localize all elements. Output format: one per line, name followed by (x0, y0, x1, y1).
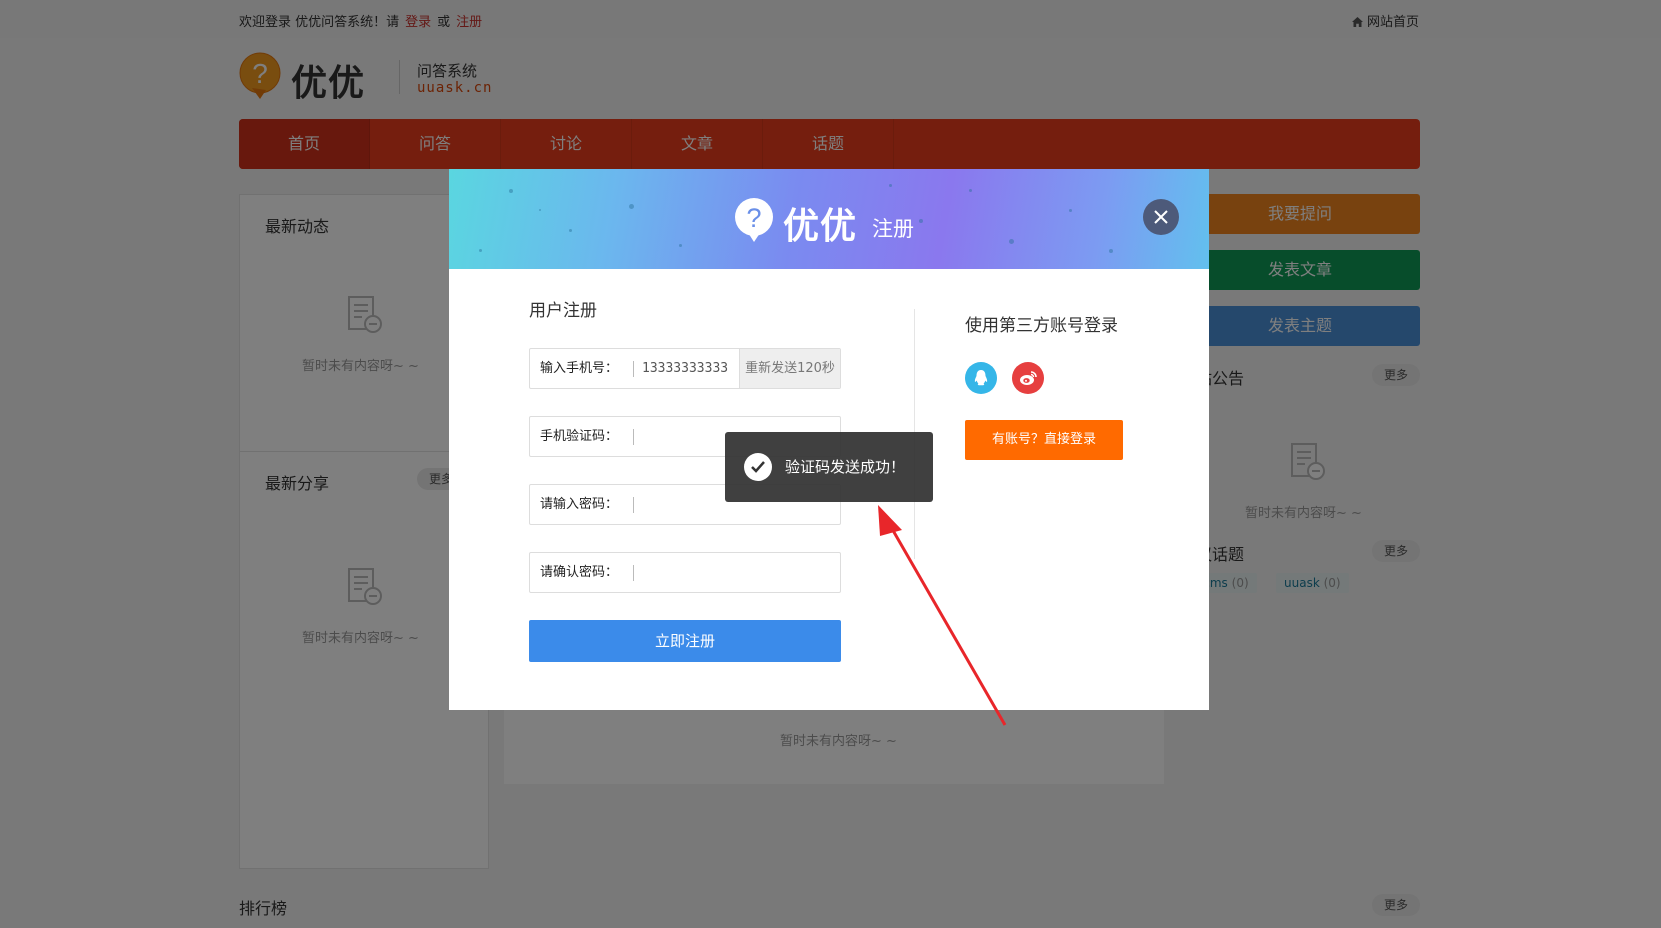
sms-code-label: 手机验证码： (540, 429, 619, 444)
modal-subtitle: 注册 (872, 217, 914, 241)
toast-message: 验证码发送成功！ (785, 458, 906, 476)
field-separator (633, 429, 634, 445)
modal-header: ? 优优 注册 (449, 169, 1209, 269)
field-separator (633, 361, 634, 377)
modal-brand: 优优 (783, 206, 858, 247)
password-label: 请输入密码： (540, 497, 619, 512)
weibo-login-button[interactable] (1012, 362, 1044, 394)
close-button[interactable] (1143, 199, 1179, 235)
weibo-icon (1020, 371, 1037, 385)
close-icon (1154, 210, 1168, 224)
success-toast: 验证码发送成功！ (725, 432, 933, 502)
form-title: 用户注册 (529, 301, 597, 321)
phone-input[interactable] (642, 349, 737, 388)
field-separator (633, 565, 634, 581)
field-separator (633, 497, 634, 513)
phone-field: 输入手机号： 重新发送120秒 (529, 348, 841, 389)
logo-question-icon: ? (735, 198, 773, 242)
register-submit-button[interactable]: 立即注册 (529, 620, 841, 662)
third-party-title: 使用第三方账号登录 (965, 316, 1118, 336)
direct-login-button[interactable]: 有账号？直接登录 (965, 420, 1123, 460)
confirm-password-field: 请确认密码： (529, 552, 841, 593)
confirm-password-label: 请确认密码： (540, 565, 619, 580)
phone-label: 输入手机号： (540, 361, 619, 376)
confirm-password-input[interactable] (642, 553, 832, 592)
check-icon (744, 453, 772, 481)
qq-login-button[interactable] (965, 362, 997, 394)
svg-text:?: ? (746, 203, 761, 233)
resend-code-button[interactable]: 重新发送120秒 (739, 349, 840, 388)
qq-icon (974, 370, 988, 386)
